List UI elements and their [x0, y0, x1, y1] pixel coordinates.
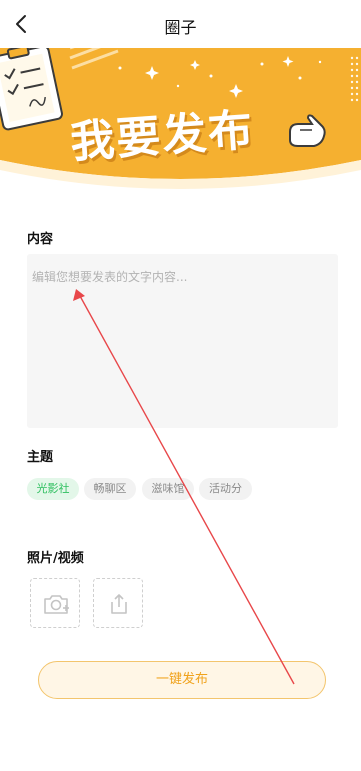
camera-upload-button[interactable]: [30, 578, 80, 628]
nav-bar: 圈子: [0, 0, 361, 48]
page-title: 圈子: [164, 18, 197, 37]
content-textarea[interactable]: [27, 254, 338, 428]
banner: 我要发布: [0, 48, 361, 198]
content-box: [27, 254, 338, 428]
topic-tag-huodongfen[interactable]: 活动分: [199, 478, 252, 500]
video-upload-button[interactable]: [93, 578, 143, 628]
topic-label: 主题: [27, 450, 54, 465]
media-label: 照片/视频: [27, 551, 84, 566]
topic-tag-guangyingshe[interactable]: 光影社: [27, 478, 79, 500]
upload-icon: [111, 594, 127, 614]
banner-title: 我要发布: [68, 104, 256, 169]
publish-button[interactable]: 一键发布: [38, 661, 326, 699]
topic-tag-ziweiguan[interactable]: 滋味馆: [142, 478, 194, 500]
content-label: 内容: [27, 232, 54, 247]
camera-icon: [44, 595, 69, 614]
topic-tag-changliaoqu[interactable]: 畅聊区: [84, 478, 136, 500]
